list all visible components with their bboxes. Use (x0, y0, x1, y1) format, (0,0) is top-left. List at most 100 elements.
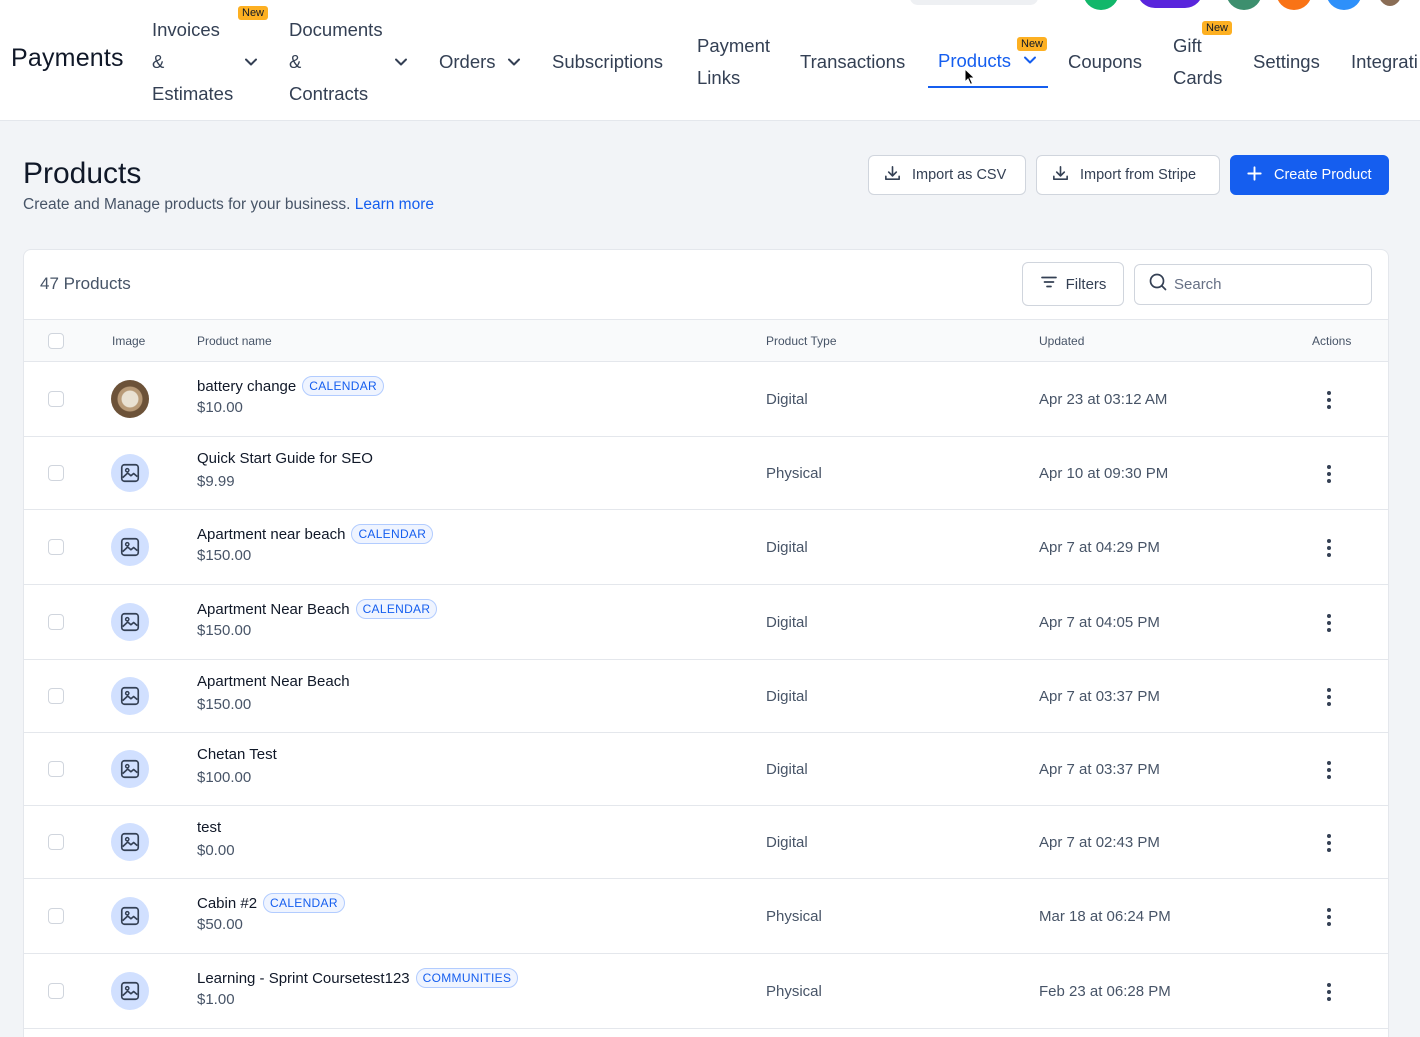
column-product-name[interactable]: Product name (197, 334, 272, 348)
image-placeholder-icon (111, 603, 149, 641)
create-product-button[interactable]: Create Product (1230, 155, 1389, 195)
more-actions-icon[interactable] (1320, 906, 1338, 928)
nav-documents[interactable]: Documents & Contracts (289, 14, 383, 110)
product-name-cell: Apartment Near Beach (197, 673, 350, 690)
product-tag-badge: CALENDAR (263, 893, 345, 913)
chevron-down-icon[interactable] (244, 55, 258, 69)
row-checkbox[interactable] (48, 614, 64, 630)
product-name[interactable]: test (197, 819, 221, 836)
table-row[interactable]: test $0.00 Digital Apr 7 at 02:43 PM (24, 806, 1388, 879)
table-row[interactable]: Apartment Near Beach CALENDAR $150.00 Digit… (24, 585, 1388, 660)
nav-payment-links[interactable]: Payment Links (697, 30, 770, 94)
more-actions-icon[interactable] (1320, 686, 1338, 708)
avatar[interactable] (1226, 0, 1262, 10)
chevron-down-icon[interactable] (394, 55, 408, 69)
table-row[interactable]: Apartment near beach CALENDAR $150.00 Digit… (24, 510, 1388, 585)
product-type: Digital (766, 539, 808, 556)
product-price: $0.00 (197, 842, 235, 859)
nav-integrations[interactable]: Integrati (1351, 46, 1418, 78)
product-type: Digital (766, 761, 808, 778)
nav-subscriptions[interactable]: Subscriptions (552, 46, 663, 78)
product-tag-badge: CALENDAR (355, 599, 438, 619)
more-actions-icon[interactable] (1320, 832, 1338, 854)
column-product-type[interactable]: Product Type (766, 334, 837, 348)
select-all-checkbox[interactable] (48, 333, 64, 349)
table-row[interactable]: Learning - Sprint Coursetest123 COMMUNITI… (24, 954, 1388, 1029)
product-name[interactable]: Learning - Sprint Coursetest123 (197, 970, 410, 987)
row-checkbox[interactable] (48, 983, 64, 999)
filters-button[interactable]: Filters (1022, 262, 1124, 306)
column-actions: Actions (1312, 334, 1352, 348)
search-input[interactable] (1174, 276, 1354, 293)
table-row[interactable]: Cabin #2 CALENDAR $50.00 Physical Mar 18 at … (24, 879, 1388, 954)
product-name[interactable]: battery change (197, 378, 296, 395)
create-product-label: Create Product (1274, 167, 1372, 183)
product-name[interactable]: Chetan Test (197, 746, 277, 763)
nav-coupons[interactable]: Coupons (1068, 46, 1142, 78)
row-checkbox[interactable] (48, 688, 64, 704)
more-actions-icon[interactable] (1320, 981, 1338, 1003)
product-updated: Feb 23 at 06:28 PM (1039, 983, 1171, 1000)
product-tag-badge: CALENDAR (302, 376, 384, 396)
avatar[interactable] (1378, 0, 1402, 6)
active-tab-indicator (928, 86, 1048, 88)
avatar[interactable] (1137, 0, 1203, 8)
more-actions-icon[interactable] (1320, 463, 1338, 485)
nav-settings[interactable]: Settings (1253, 46, 1320, 78)
more-actions-icon[interactable] (1320, 389, 1338, 411)
chevron-down-icon[interactable] (507, 55, 521, 69)
image-placeholder-icon (111, 972, 149, 1010)
nav-documents-line2: & (289, 51, 302, 72)
product-name[interactable]: Quick Start Guide for SEO (197, 450, 373, 467)
avatar[interactable] (1276, 0, 1312, 10)
products-table-card: 47 Products Filters Image Product name P… (23, 249, 1389, 1037)
product-name-cell: Learning - Sprint Coursetest123 COMMUNITI… (197, 968, 519, 988)
nav-invoices[interactable]: Invoices & Estimates (152, 14, 233, 110)
product-updated: Apr 7 at 02:43 PM (1039, 834, 1160, 851)
product-name-cell: Cabin #2 CALENDAR (197, 893, 345, 913)
nav-transactions[interactable]: Transactions (800, 46, 905, 78)
avatar[interactable] (1326, 0, 1362, 10)
product-type: Physical (766, 908, 822, 925)
product-thumbnail (111, 380, 149, 418)
table-row[interactable]: Quick Start Guide for SEO $9.99 Physical Ap… (24, 437, 1388, 510)
row-checkbox[interactable] (48, 465, 64, 481)
row-checkbox[interactable] (48, 834, 64, 850)
nav-documents-line1: Documents (289, 19, 383, 40)
more-actions-icon[interactable] (1320, 537, 1338, 559)
page-subtitle: Create and Manage products for your busi… (23, 196, 434, 214)
nav-gift-cards[interactable]: Gift Cards (1173, 30, 1222, 94)
new-badge: New (238, 6, 269, 20)
row-checkbox[interactable] (48, 908, 64, 924)
import-stripe-button[interactable]: Import from Stripe (1036, 155, 1220, 195)
new-badge: New (1017, 37, 1048, 51)
page-title: Products (23, 157, 142, 190)
nav-orders[interactable]: Orders (439, 46, 496, 78)
table-header: Image Product name Product Type Updated … (24, 319, 1388, 362)
product-name[interactable]: Apartment near beach (197, 526, 345, 543)
learn-more-link[interactable]: Learn more (355, 196, 434, 213)
import-csv-button[interactable]: Import as CSV (868, 155, 1026, 195)
image-placeholder-icon (111, 528, 149, 566)
column-image: Image (112, 334, 146, 348)
product-name[interactable]: Apartment Near Beach (197, 601, 350, 618)
product-updated: Apr 10 at 09:30 PM (1039, 465, 1169, 482)
table-row[interactable]: battery change CALENDAR $10.00 Digital Apr 2… (24, 362, 1388, 437)
more-actions-icon[interactable] (1320, 759, 1338, 781)
top-navigation: Payments Invoices & Estimates New Docume… (0, 0, 1420, 121)
avatar[interactable] (1083, 0, 1119, 10)
nav-documents-line3: Contracts (289, 83, 369, 104)
row-checkbox[interactable] (48, 761, 64, 777)
table-row[interactable]: Apartment Near Beach $150.00 Digital Apr 7 … (24, 660, 1388, 733)
column-updated[interactable]: Updated (1039, 334, 1084, 348)
chevron-down-icon[interactable] (1023, 53, 1037, 67)
table-row[interactable]: Chetan Test $100.00 Digital Apr 7 at 03:37 … (24, 733, 1388, 806)
search-box[interactable] (1134, 264, 1372, 305)
product-name[interactable]: Apartment Near Beach (197, 673, 350, 690)
row-checkbox[interactable] (48, 539, 64, 555)
top-avatars (0, 0, 1420, 10)
row-checkbox[interactable] (48, 391, 64, 407)
more-actions-icon[interactable] (1320, 612, 1338, 634)
product-name[interactable]: Cabin #2 (197, 895, 257, 912)
page-subtitle-text: Create and Manage products for your busi… (23, 196, 351, 213)
